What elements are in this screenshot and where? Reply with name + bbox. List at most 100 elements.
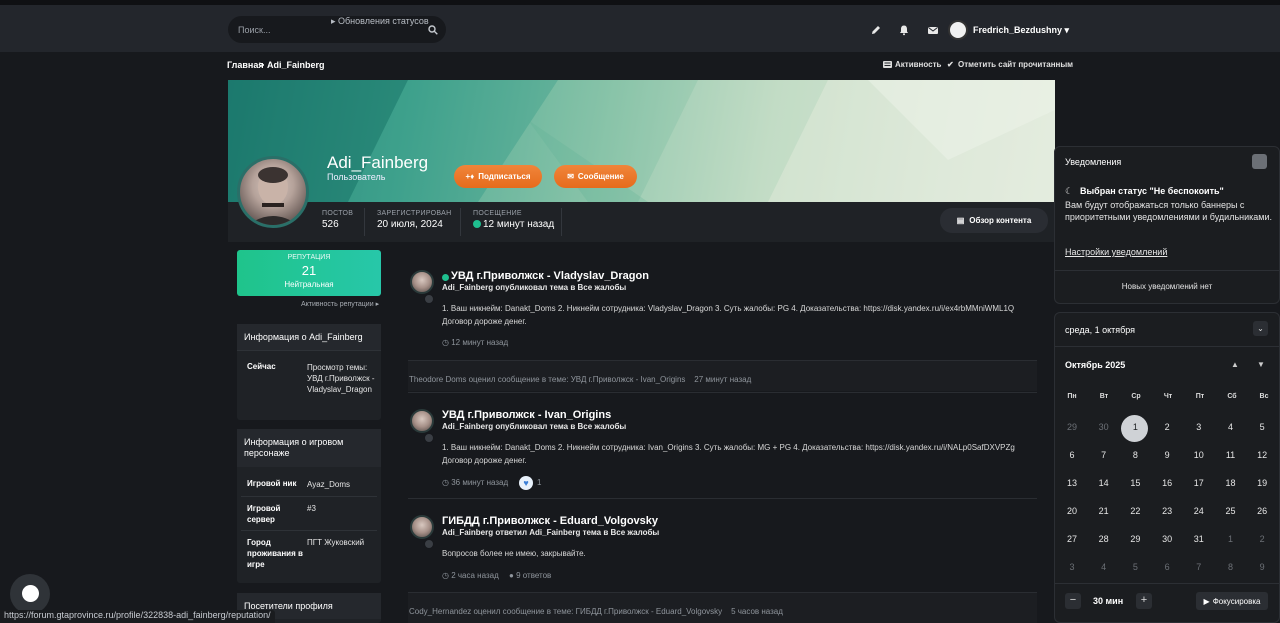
calendar-day[interactable]: 3 <box>1183 422 1215 432</box>
calendar-day[interactable]: 29 <box>1056 422 1088 432</box>
moon-icon: ☾ <box>1065 186 1074 196</box>
calendar-day[interactable]: 26 <box>1246 506 1278 516</box>
focus-button[interactable]: ▶ Фокусировка <box>1196 592 1268 610</box>
reputation-activity-link[interactable]: Активность репутации ▸ <box>301 300 379 308</box>
calendar-day[interactable]: 10 <box>1183 450 1215 460</box>
user-menu[interactable]: Fredrich_Bezdushny ▾ <box>973 25 1069 36</box>
calendar-day[interactable]: 30 <box>1151 534 1183 544</box>
message-label: Сообщение <box>577 172 624 181</box>
calendar-day[interactable]: 1 <box>1119 422 1151 432</box>
weekday: Пн <box>1067 393 1077 400</box>
calendar-day[interactable]: 14 <box>1088 478 1120 488</box>
heart-icon[interactable]: ♥ <box>519 476 533 490</box>
status-updates-link[interactable]: ▸ Обновления статусов <box>331 16 429 27</box>
calendar-day[interactable]: 9 <box>1246 562 1278 572</box>
calendar-day[interactable]: 17 <box>1183 478 1215 488</box>
calendar-day[interactable]: 4 <box>1088 562 1120 572</box>
calendar-day[interactable]: 2 <box>1246 534 1278 544</box>
comment-icon <box>424 294 434 304</box>
chat-button[interactable] <box>10 574 50 614</box>
content-overview-button[interactable]: ▤ Обзор контента <box>940 208 1048 233</box>
feed-title[interactable]: ГИБДД г.Приволжск - Eduard_Volgovsky <box>442 515 658 527</box>
calendar-day[interactable]: 30 <box>1088 422 1120 432</box>
search-icon[interactable] <box>428 25 438 35</box>
breadcrumb-current[interactable]: Adi_Fainberg <box>267 60 325 70</box>
now-value[interactable]: Просмотр темы: УВД г.Приволжск - Vladysl… <box>307 362 377 395</box>
calendar-month[interactable]: Октябрь 2025 <box>1065 360 1125 370</box>
calendar-day[interactable]: 20 <box>1056 506 1088 516</box>
feed-subtitle[interactable]: Adi_Fainberg ответил Adi_Fainberg тема в… <box>442 528 659 537</box>
calendar-day[interactable]: 4 <box>1215 422 1247 432</box>
calendar-day[interactable]: 8 <box>1215 562 1247 572</box>
registered-value: 20 июля, 2024 <box>377 219 443 230</box>
feed-note[interactable]: Cody_Hernandez оценил сообщение в теме: … <box>409 607 783 616</box>
calendar-day[interactable]: 11 <box>1215 450 1247 460</box>
calendar-day[interactable]: 18 <box>1215 478 1247 488</box>
calendar-day[interactable]: 12 <box>1246 450 1278 460</box>
increase-focus-button[interactable]: + <box>1136 593 1152 609</box>
profile-photo <box>248 167 298 225</box>
calendar-day[interactable]: 25 <box>1215 506 1247 516</box>
user-avatar[interactable] <box>948 20 968 40</box>
envelope-icon[interactable] <box>927 24 939 36</box>
comment-icon: ● <box>509 571 514 580</box>
calendar-day[interactable]: 24 <box>1183 506 1215 516</box>
mark-read-link[interactable]: Отметить сайт прочитанным <box>958 60 1073 69</box>
profile-avatar[interactable] <box>237 156 309 228</box>
clock-icon: ◷ <box>442 338 449 347</box>
feed-note[interactable]: Theodore Doms оценил сообщение в теме: У… <box>409 375 751 384</box>
dnd-toggle-icon[interactable] <box>1252 154 1267 169</box>
calendar-day[interactable]: 13 <box>1056 478 1088 488</box>
calendar-day[interactable]: 3 <box>1056 562 1088 572</box>
collapse-chevron-icon[interactable]: ⌄ <box>1253 321 1268 336</box>
stat-divider <box>460 208 461 236</box>
calendar-day[interactable]: 28 <box>1088 534 1120 544</box>
calendar-day[interactable]: 21 <box>1088 506 1120 516</box>
dnd-title: Выбран статус "Не беспокоить" <box>1080 186 1224 196</box>
calendar-day[interactable]: 22 <box>1119 506 1151 516</box>
message-button[interactable]: ✉ Сообщение <box>554 165 637 188</box>
profile-cover <box>228 80 1055 202</box>
feed-avatar[interactable] <box>410 270 434 294</box>
next-month-icon[interactable]: ▼ <box>1257 360 1265 369</box>
calendar-day[interactable]: 15 <box>1119 478 1151 488</box>
calendar-day[interactable]: 8 <box>1119 450 1151 460</box>
follow-plus-icon: +♦ <box>465 172 475 181</box>
calendar-day[interactable]: 7 <box>1088 450 1120 460</box>
calendar-day[interactable]: 5 <box>1119 562 1151 572</box>
calendar-day[interactable]: 29 <box>1119 534 1151 544</box>
calendar-day[interactable]: 16 <box>1151 478 1183 488</box>
notification-settings-link[interactable]: Настройки уведомлений <box>1065 247 1167 257</box>
divider <box>237 350 381 351</box>
feed-subtitle[interactable]: Adi_Fainberg опубликовал тема в Все жало… <box>442 422 626 431</box>
calendar-day[interactable]: 2 <box>1151 422 1183 432</box>
activity-link[interactable]: Активность <box>895 60 941 69</box>
calendar-day[interactable]: 27 <box>1056 534 1088 544</box>
calendar-day[interactable]: 7 <box>1183 562 1215 572</box>
prev-month-icon[interactable]: ▲ <box>1231 360 1239 369</box>
calendar-day[interactable]: 5 <box>1246 422 1278 432</box>
replies-count[interactable]: ● 9 ответов <box>509 571 551 580</box>
feed-note-text: Cody_Hernandez оценил сообщение в теме: … <box>409 607 723 616</box>
decrease-focus-button[interactable]: − <box>1065 593 1081 609</box>
calendar-day[interactable]: 6 <box>1056 450 1088 460</box>
calendar-day[interactable]: 1 <box>1215 534 1247 544</box>
profile-role: Пользователь <box>327 172 386 182</box>
calendar-day[interactable]: 9 <box>1151 450 1183 460</box>
feed-title[interactable]: УВД г.Приволжск - Ivan_Origins <box>442 409 611 421</box>
follow-button[interactable]: +♦ Подписаться <box>454 165 542 188</box>
calendar-day[interactable]: 31 <box>1183 534 1215 544</box>
calendar-day[interactable]: 6 <box>1151 562 1183 572</box>
stat-divider <box>561 208 562 236</box>
feed-subtitle[interactable]: Adi_Fainberg опубликовал тема в Все жало… <box>442 283 626 292</box>
feed-avatar[interactable] <box>410 515 434 539</box>
reputation-status: Нейтральная <box>284 280 334 289</box>
feed-title[interactable]: УВД г.Приволжск - Vladyslav_Dragon <box>451 270 649 282</box>
calendar-day[interactable]: 19 <box>1246 478 1278 488</box>
calendar-day[interactable]: 23 <box>1151 506 1183 516</box>
feed-note-text: Theodore Doms оценил сообщение в теме: У… <box>409 375 686 384</box>
bell-icon[interactable] <box>898 24 910 36</box>
search-input[interactable]: Поиск... <box>238 25 270 35</box>
pencil-icon[interactable] <box>870 24 882 36</box>
feed-avatar[interactable] <box>410 409 434 433</box>
